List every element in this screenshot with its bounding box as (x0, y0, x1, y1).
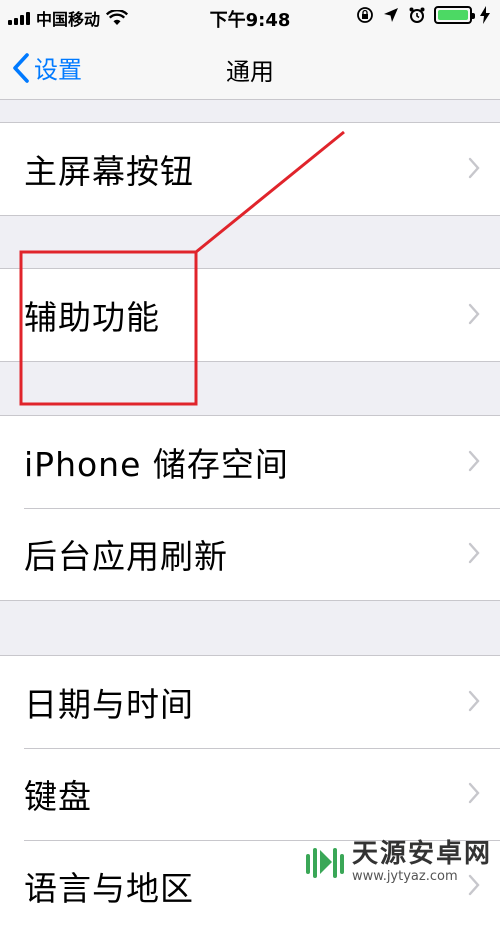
cell-label: 键盘 (24, 777, 92, 816)
alarm-icon (409, 7, 425, 23)
android-logo-icon (305, 848, 344, 878)
chevron-right-icon (468, 690, 480, 712)
navigation-bar: 设置 通用 (0, 36, 500, 100)
charging-icon (480, 6, 490, 24)
battery-icon (434, 6, 475, 24)
chevron-right-icon (468, 450, 480, 472)
settings-group-accessibility: 辅助功能 (0, 268, 500, 362)
page-title: 通用 (226, 58, 274, 86)
settings-group-home: 主屏幕按钮 (0, 122, 500, 216)
cell-label: 日期与时间 (24, 685, 194, 724)
cell-label: 主屏幕按钮 (24, 152, 194, 191)
chevron-right-icon (468, 157, 480, 179)
cell-label: 语言与地区 (24, 869, 194, 908)
cell-background-app-refresh[interactable]: 后台应用刷新 (0, 508, 500, 600)
watermark-url: www.jytyaz.com (351, 869, 458, 884)
cell-label: iPhone 储存空间 (24, 445, 289, 484)
cell-keyboard[interactable]: 键盘 (0, 748, 500, 840)
cell-iphone-storage[interactable]: iPhone 储存空间 (0, 416, 500, 508)
watermark-brand: 天源安卓网 (351, 839, 492, 869)
cell-home-button[interactable]: 主屏幕按钮 (0, 123, 500, 215)
settings-group-datetime: 日期与时间 键盘 语言与地区 (0, 655, 500, 932)
settings-group-storage: iPhone 储存空间 后台应用刷新 (0, 415, 500, 601)
status-bar: 中国移动 下午9:48 (0, 0, 500, 36)
cell-label: 后台应用刷新 (24, 537, 228, 576)
orientation-lock-icon (357, 7, 373, 23)
cell-date-time[interactable]: 日期与时间 (0, 656, 500, 748)
chevron-right-icon (468, 542, 480, 564)
chevron-right-icon (468, 782, 480, 804)
cell-label: 辅助功能 (24, 298, 160, 337)
watermark: 天源安卓网 www.jytyaz.com (302, 840, 492, 884)
cell-accessibility[interactable]: 辅助功能 (0, 269, 500, 361)
location-icon (384, 8, 398, 22)
chevron-right-icon (468, 303, 480, 325)
